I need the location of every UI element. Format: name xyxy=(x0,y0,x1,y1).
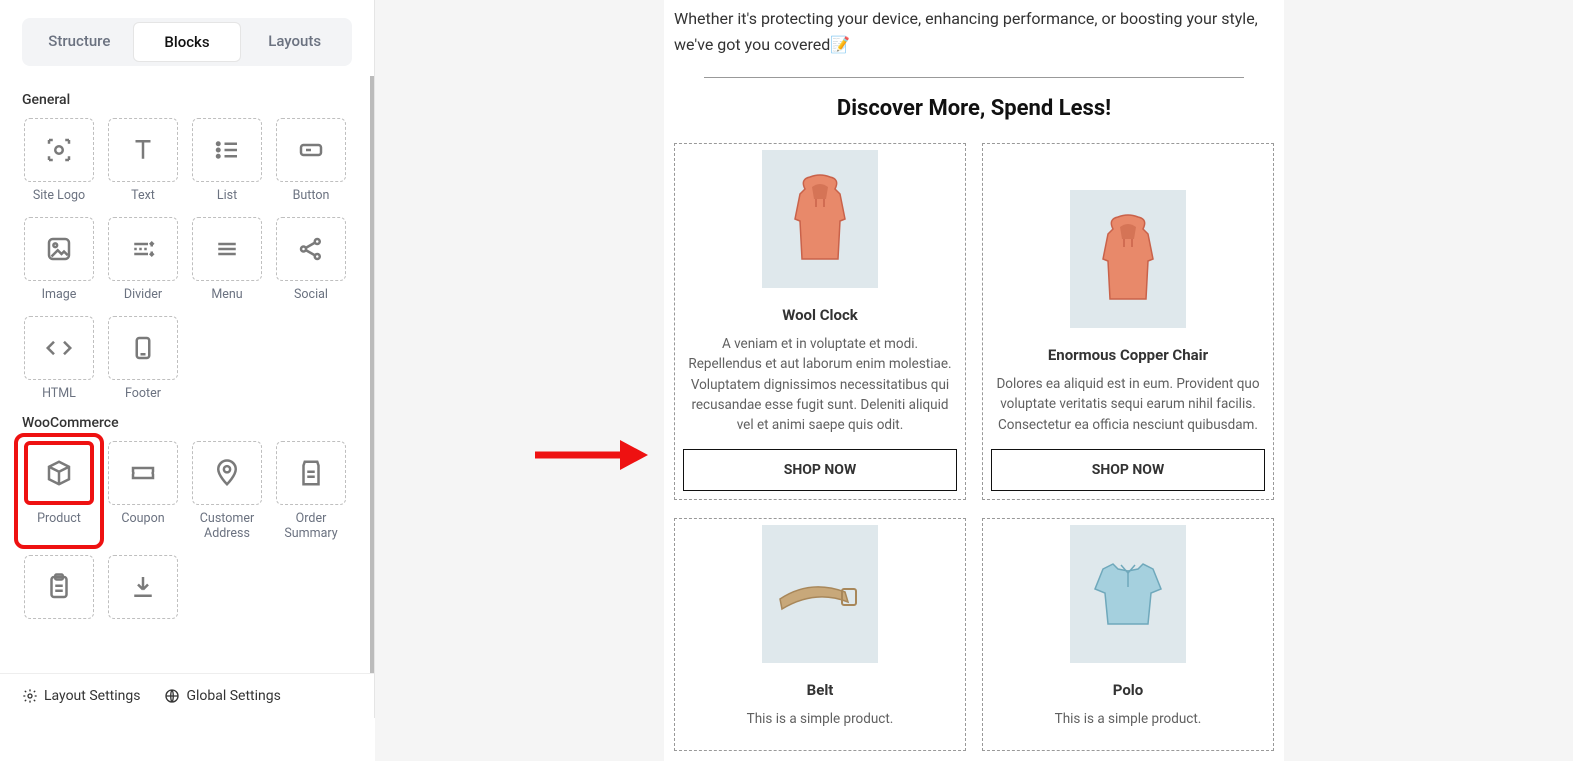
product-desc: Dolores ea aliquid est in eum. Provident… xyxy=(989,374,1267,435)
tab-blocks[interactable]: Blocks xyxy=(133,22,242,62)
product-card[interactable]: Wool Clock A veniam et in voluptate et m… xyxy=(674,143,966,500)
shop-now-button[interactable]: SHOP NOW xyxy=(683,449,957,491)
product-image-belt xyxy=(762,525,878,663)
gear-icon xyxy=(22,688,38,704)
clipboard-icon xyxy=(24,555,94,619)
block-html[interactable]: HTML xyxy=(22,316,96,401)
coupon-icon xyxy=(108,441,178,505)
block-product[interactable]: Product xyxy=(22,441,96,541)
shop-now-button[interactable]: SHOP NOW xyxy=(991,449,1265,491)
site-logo-icon xyxy=(24,118,94,182)
block-text[interactable]: Text xyxy=(106,118,180,203)
annotation-arrow xyxy=(530,430,650,480)
globe-icon xyxy=(164,688,180,704)
product-image-polo xyxy=(1070,525,1186,663)
block-extra-1[interactable] xyxy=(22,555,96,625)
button-icon xyxy=(276,118,346,182)
email-body: Whether it's protecting your device, enh… xyxy=(664,0,1284,761)
layout-settings-link[interactable]: Layout Settings xyxy=(22,688,140,704)
image-icon xyxy=(24,217,94,281)
block-coupon[interactable]: Coupon xyxy=(106,441,180,541)
footer-icon xyxy=(108,316,178,380)
block-image[interactable]: Image xyxy=(22,217,96,302)
address-icon xyxy=(192,441,262,505)
product-desc: This is a simple product. xyxy=(1049,709,1208,729)
tab-structure[interactable]: Structure xyxy=(26,22,133,62)
text-icon xyxy=(108,118,178,182)
block-menu[interactable]: Menu xyxy=(190,217,264,302)
download-icon xyxy=(108,555,178,619)
block-extra-2[interactable] xyxy=(106,555,180,625)
bottom-bar: Layout Settings Global Settings xyxy=(0,673,374,718)
product-icon xyxy=(24,441,94,505)
canvas: Whether it's protecting your device, enh… xyxy=(375,0,1573,761)
block-customer-address[interactable]: Customer Address xyxy=(190,441,264,541)
block-button[interactable]: Button xyxy=(274,118,348,203)
product-desc: A veniam et in voluptate et modi. Repell… xyxy=(681,334,959,435)
product-card[interactable]: Belt This is a simple product. xyxy=(674,518,966,750)
social-icon xyxy=(276,217,346,281)
product-desc: This is a simple product. xyxy=(741,709,900,729)
product-title: Belt xyxy=(807,681,834,699)
product-title: Enormous Copper Chair xyxy=(1048,346,1208,364)
block-site-logo[interactable]: Site Logo xyxy=(22,118,96,203)
block-footer[interactable]: Footer xyxy=(106,316,180,401)
divider xyxy=(704,77,1244,78)
list-icon xyxy=(192,118,262,182)
block-list[interactable]: List xyxy=(190,118,264,203)
product-image-hoodie xyxy=(762,150,878,288)
block-order-summary[interactable]: Order Summary xyxy=(274,441,348,541)
block-divider[interactable]: Divider xyxy=(106,217,180,302)
blocks-panel: General Site Logo Text List Button Image xyxy=(0,76,374,673)
product-grid: Wool Clock A veniam et in voluptate et m… xyxy=(674,143,1274,751)
divider-icon xyxy=(108,217,178,281)
headline: Discover More, Spend Less! xyxy=(674,96,1274,121)
product-image-hoodie xyxy=(1070,190,1186,328)
order-summary-icon xyxy=(276,441,346,505)
html-icon xyxy=(24,316,94,380)
product-title: Polo xyxy=(1113,681,1143,699)
product-card[interactable]: Polo This is a simple product. xyxy=(982,518,1274,750)
product-title: Wool Clock xyxy=(782,306,858,324)
section-woocommerce: WooCommerce xyxy=(22,415,348,431)
sidebar: Structure Blocks Layouts General Site Lo… xyxy=(0,0,375,718)
global-settings-link[interactable]: Global Settings xyxy=(164,688,280,704)
menu-icon xyxy=(192,217,262,281)
tabs: Structure Blocks Layouts xyxy=(22,18,352,66)
product-card[interactable]: Enormous Copper Chair Dolores ea aliquid… xyxy=(982,143,1274,500)
section-general: General xyxy=(22,92,348,108)
tab-layouts[interactable]: Layouts xyxy=(241,22,348,62)
intro-text: Whether it's protecting your device, enh… xyxy=(674,6,1274,57)
block-social[interactable]: Social xyxy=(274,217,348,302)
